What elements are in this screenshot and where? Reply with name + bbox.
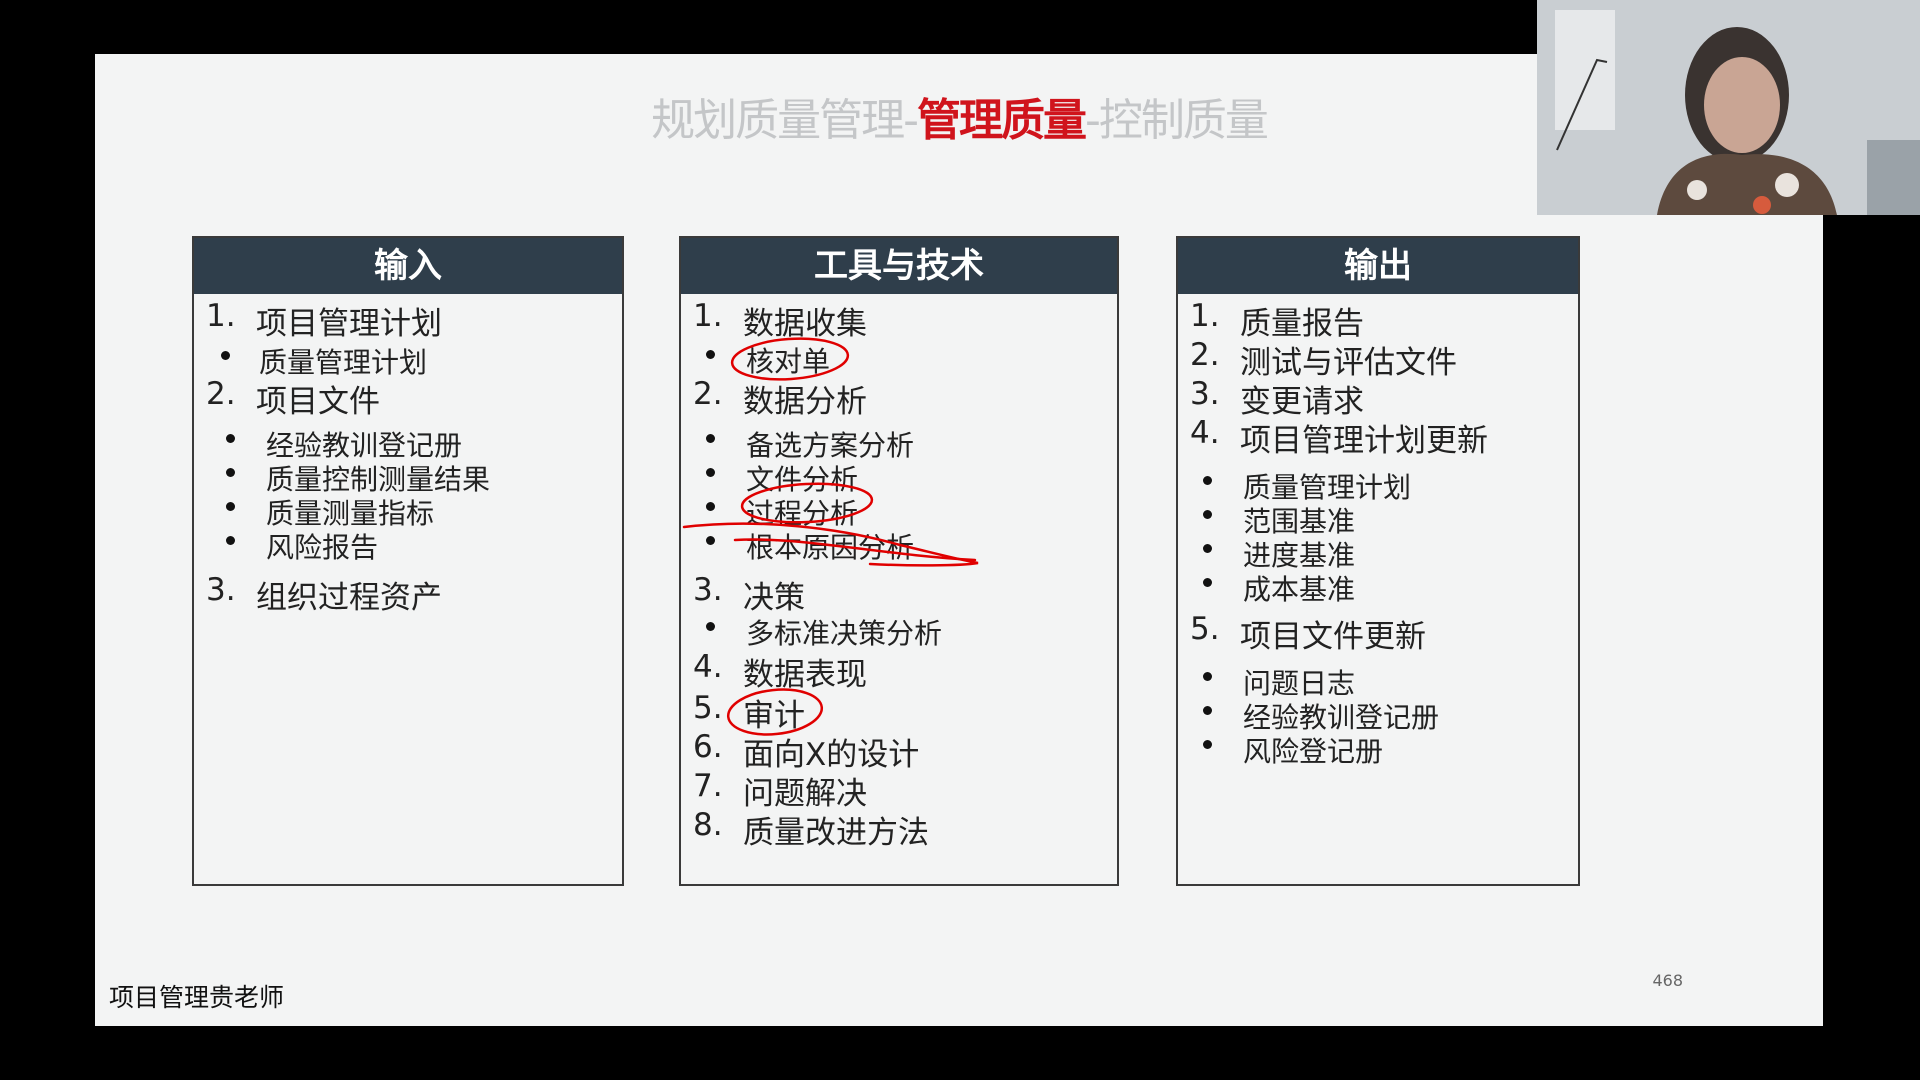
ink-circle [740,482,874,524]
ink-circle [730,337,850,381]
ink-stroke [733,538,977,562]
presenter-silhouette [1537,0,1920,215]
webcam-video [1537,0,1920,215]
ink-circle [726,688,824,736]
